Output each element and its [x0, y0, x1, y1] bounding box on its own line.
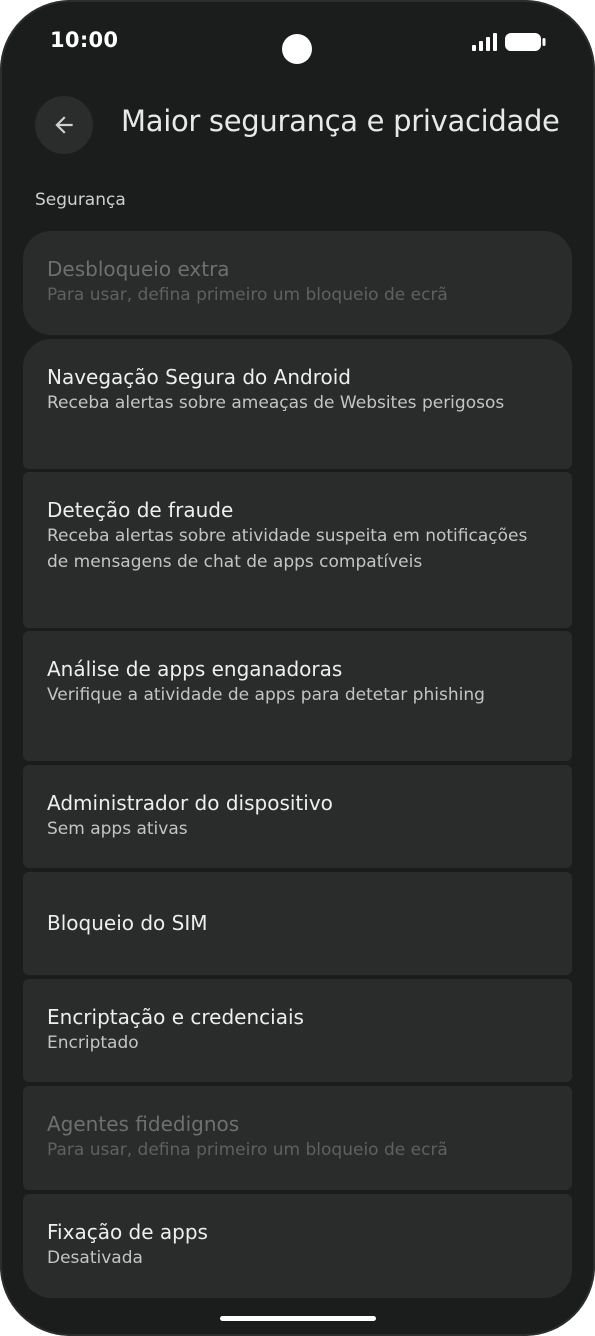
item-summary: Para usar, defina primeiro um bloqueio d… — [47, 1140, 448, 1160]
signal-icon — [472, 33, 497, 51]
item-fixacao-apps[interactable]: Fixação de apps Desativada — [23, 1194, 572, 1298]
item-title: Fixação de apps — [47, 1220, 208, 1244]
item-analise-apps[interactable]: Análise de apps enganadoras Verifique a … — [23, 631, 572, 761]
phone-screen: 10:00 Maior segurança e privacidade Segu… — [0, 0, 595, 1336]
item-administrador-dispositivo[interactable]: Administrador do dispositivo Sem apps at… — [23, 765, 572, 868]
camera-cutout — [282, 34, 312, 64]
home-indicator[interactable] — [220, 1316, 376, 1321]
item-bloqueio-sim[interactable]: Bloqueio do SIM — [23, 872, 572, 975]
item-desbloqueio-extra[interactable]: Desbloqueio extra Para usar, defina prim… — [23, 231, 572, 335]
item-detecao-fraude[interactable]: Deteção de fraude Receba alertas sobre a… — [23, 472, 572, 628]
item-summary: Para usar, defina primeiro um bloqueio d… — [47, 285, 448, 305]
item-summary: Sem apps ativas — [47, 819, 188, 839]
item-navegacao-segura[interactable]: Navegação Segura do Android Receba alert… — [23, 339, 572, 469]
item-encriptacao-credenciais[interactable]: Encriptação e credenciais Encriptado — [23, 979, 572, 1082]
item-summary: Verifique a atividade de apps para detet… — [47, 685, 485, 705]
item-title: Navegação Segura do Android — [47, 365, 351, 389]
item-title: Agentes fidedignos — [47, 1112, 240, 1136]
item-summary: Receba alertas sobre ameaças de Websites… — [47, 393, 505, 413]
item-title: Desbloqueio extra — [47, 257, 230, 281]
item-title: Análise de apps enganadoras — [47, 657, 343, 681]
item-title: Administrador do dispositivo — [47, 791, 333, 815]
page-title: Maior segurança e privacidade — [121, 104, 560, 138]
item-summary: Receba alertas sobre atividade suspeita … — [47, 526, 528, 572]
item-agentes-fidedignos[interactable]: Agentes fidedignos Para usar, defina pri… — [23, 1086, 572, 1190]
back-button[interactable] — [35, 96, 93, 154]
item-title: Bloqueio do SIM — [47, 911, 208, 935]
item-title: Encriptação e credenciais — [47, 1005, 304, 1029]
item-title: Deteção de fraude — [47, 498, 234, 522]
section-header-seguranca: Segurança — [35, 190, 126, 210]
item-summary: Desativada — [47, 1248, 143, 1268]
arrow-back-icon — [55, 116, 73, 134]
item-summary: Encriptado — [47, 1033, 139, 1053]
battery-icon — [505, 33, 546, 51]
status-time: 10:00 — [50, 28, 119, 52]
